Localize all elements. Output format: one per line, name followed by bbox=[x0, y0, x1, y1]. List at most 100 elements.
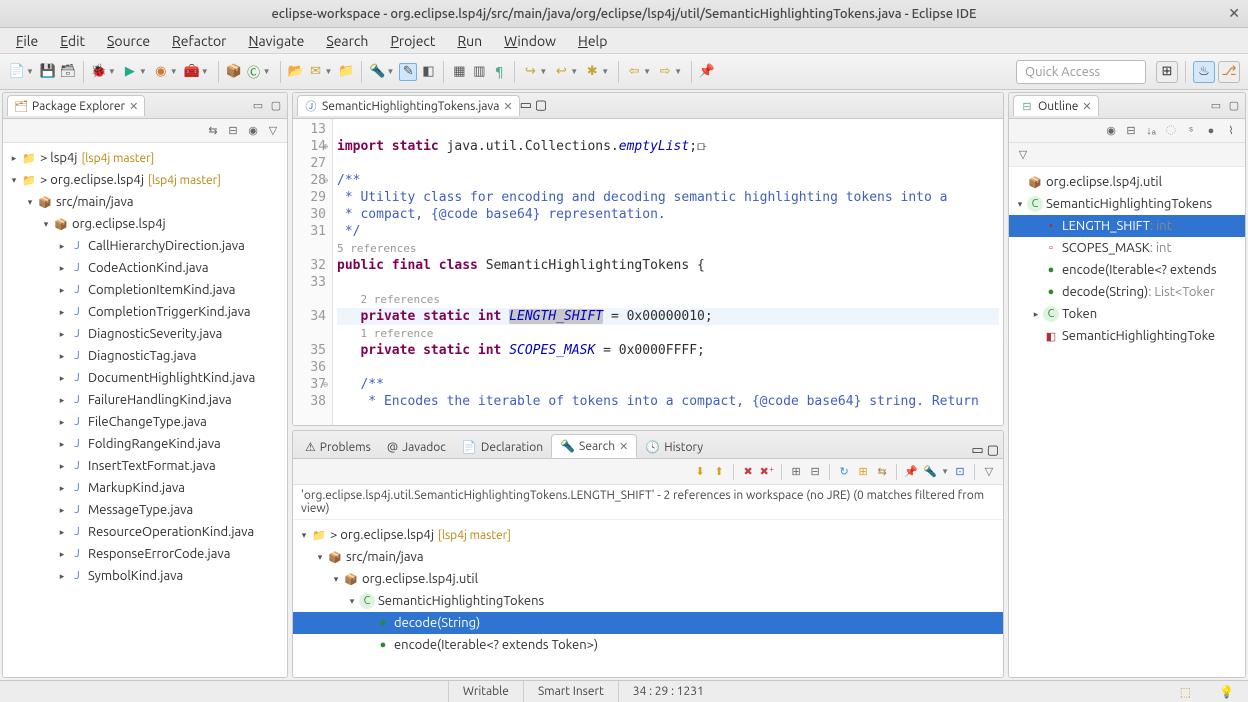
editor-tab[interactable]: Ⓙ SemanticHighlightingTokens.java ✕ bbox=[297, 95, 520, 116]
twistie-icon[interactable]: ▸ bbox=[7, 153, 21, 164]
package-explorer-tab[interactable]: 🗂 Package Explorer ✕ bbox=[7, 95, 145, 116]
open-resource-icon[interactable]: 📁 bbox=[337, 63, 355, 81]
twistie-icon[interactable]: ▸ bbox=[55, 241, 69, 252]
menu-help[interactable]: Help bbox=[568, 30, 617, 52]
package-explorer-row[interactable]: ▾📦org.eclipse.lsp4j bbox=[3, 213, 287, 235]
minimize-icon[interactable]: ▭ bbox=[1209, 99, 1223, 113]
twistie-icon[interactable]: ▸ bbox=[55, 417, 69, 428]
view-menu-icon[interactable]: ▽ bbox=[981, 464, 997, 480]
hide-static-icon[interactable]: ˢ bbox=[1183, 123, 1199, 139]
new-pkg-icon[interactable]: 📦 bbox=[225, 63, 243, 81]
save-icon[interactable]: 💾 bbox=[39, 63, 57, 81]
editor-code[interactable]: import static java.util.Collections.empt… bbox=[333, 119, 1003, 425]
updates-icon[interactable]: ⬚ bbox=[1180, 685, 1191, 699]
package-explorer-row[interactable]: ▸JDiagnosticTag.java bbox=[3, 345, 287, 367]
view-menu-icon[interactable]: ▽ bbox=[1015, 147, 1031, 163]
remove-match-icon[interactable]: ✖ bbox=[740, 464, 756, 480]
next-annotation-icon[interactable]: ↪ bbox=[521, 63, 539, 81]
open-perspective-icon[interactable]: ⊞ bbox=[1156, 61, 1178, 83]
tab-declaration[interactable]: 📄Declaration bbox=[454, 436, 551, 458]
search-icon[interactable]: 🔦 bbox=[368, 63, 386, 81]
package-explorer-tree[interactable]: ▸📁> lsp4j[lsp4j master]▾📁> org.eclipse.l… bbox=[3, 143, 287, 677]
filters-icon[interactable]: ⊡ bbox=[952, 464, 968, 480]
search-result-row[interactable]: ●decode(String) bbox=[293, 612, 1003, 634]
twistie-icon[interactable]: ▸ bbox=[55, 483, 69, 494]
twistie-icon[interactable]: ▸ bbox=[55, 571, 69, 582]
sort-icon[interactable]: ⊟ bbox=[1123, 123, 1139, 139]
focus-task-icon[interactable]: ◉ bbox=[245, 123, 261, 139]
menu-edit[interactable]: Edit bbox=[50, 30, 95, 52]
package-explorer-row[interactable]: ▸JCompletionItemKind.java bbox=[3, 279, 287, 301]
link-editor-icon[interactable]: ⊟ bbox=[225, 123, 241, 139]
menu-search[interactable]: Search bbox=[316, 30, 378, 52]
pin-icon[interactable]: 📌 bbox=[698, 63, 716, 81]
package-explorer-row[interactable]: ▸JResponseErrorCode.java bbox=[3, 543, 287, 565]
collapse-all-icon[interactable]: ⇆ bbox=[205, 123, 221, 139]
prev-annotation-icon[interactable]: ↩ bbox=[552, 63, 570, 81]
close-icon[interactable]: ✕ bbox=[503, 100, 512, 113]
minimize-icon[interactable]: ▭ bbox=[251, 99, 265, 113]
package-explorer-row[interactable]: ▾📁> org.eclipse.lsp4j[lsp4j master] bbox=[3, 169, 287, 191]
close-icon[interactable]: ✕ bbox=[129, 100, 138, 113]
open-task-icon[interactable]: ✉ bbox=[307, 63, 325, 81]
twistie-icon[interactable]: ▾ bbox=[297, 530, 311, 541]
ext-tools-icon[interactable]: 🧰 bbox=[183, 63, 201, 81]
package-explorer-row[interactable]: ▸JFileChangeType.java bbox=[3, 411, 287, 433]
focus-icon[interactable]: ◉ bbox=[1103, 123, 1119, 139]
view-menu-icon[interactable]: ▽ bbox=[265, 123, 281, 139]
next-match-icon[interactable]: ⬇ bbox=[692, 464, 708, 480]
forward-icon[interactable]: ⇨ bbox=[656, 63, 674, 81]
save-all-icon[interactable]: 🗃 bbox=[59, 63, 77, 81]
run-icon[interactable]: ▶ bbox=[121, 63, 139, 81]
menu-project[interactable]: Project bbox=[380, 30, 445, 52]
pin-search-icon[interactable]: 📌 bbox=[903, 464, 919, 480]
minimize-icon[interactable]: ▭ bbox=[971, 443, 983, 457]
close-icon[interactable]: ✕ bbox=[1082, 100, 1091, 113]
outline-row[interactable]: ●encode(Iterable<? extends bbox=[1009, 259, 1245, 281]
twistie-icon[interactable]: ▸ bbox=[55, 461, 69, 472]
package-explorer-row[interactable]: ▸JMarkupKind.java bbox=[3, 477, 287, 499]
outline-tab[interactable]: ⊟ Outline ✕ bbox=[1013, 95, 1099, 116]
show-selected-icon[interactable]: ▥ bbox=[470, 63, 488, 81]
menu-navigate[interactable]: Navigate bbox=[238, 30, 314, 52]
package-explorer-row[interactable]: ▸JCodeActionKind.java bbox=[3, 257, 287, 279]
twistie-icon[interactable]: ▸ bbox=[55, 373, 69, 384]
twistie-icon[interactable]: ▾ bbox=[39, 219, 53, 230]
collapse-all-icon[interactable]: ⊟ bbox=[807, 464, 823, 480]
twistie-icon[interactable]: ▸ bbox=[55, 439, 69, 450]
search-result-row[interactable]: ▾📦src/main/java bbox=[293, 546, 1003, 568]
outline-row[interactable]: ▫SCOPES_MASK : int bbox=[1009, 237, 1245, 259]
tab-javadoc[interactable]: @Javadoc bbox=[379, 437, 454, 458]
tip-icon[interactable]: 💡 bbox=[1219, 685, 1234, 699]
outline-row[interactable]: ▾CSemanticHighlightingTokens bbox=[1009, 193, 1245, 215]
git-perspective-icon[interactable]: ⎇ bbox=[1218, 61, 1240, 83]
search-results-tree[interactable]: ▾📁> org.eclipse.lsp4j[lsp4j master]▾📦src… bbox=[293, 520, 1003, 677]
show-whitespace-icon[interactable]: ▦ bbox=[450, 63, 468, 81]
editor-content[interactable]: 1314⊕2728⊖293031323334353637⊖38 import s… bbox=[293, 119, 1003, 425]
twistie-icon[interactable]: ▸ bbox=[1029, 309, 1043, 320]
package-explorer-row[interactable]: ▸JInsertTextFormat.java bbox=[3, 455, 287, 477]
hide-nonpublic-icon[interactable]: ● bbox=[1203, 123, 1219, 139]
package-explorer-row[interactable]: ▸JFoldingRangeKind.java bbox=[3, 433, 287, 455]
history-icon[interactable]: 🔦 bbox=[922, 464, 938, 480]
pilcrow-icon[interactable]: ¶ bbox=[490, 63, 508, 81]
close-icon[interactable]: ✕ bbox=[619, 440, 628, 453]
outline-row[interactable]: ●decode(String) : List<Toker bbox=[1009, 281, 1245, 303]
menu-window[interactable]: Window bbox=[494, 30, 566, 52]
maximize-icon[interactable]: ▢ bbox=[269, 99, 283, 113]
twistie-icon[interactable]: ▾ bbox=[313, 552, 327, 563]
outline-row[interactable]: 📦org.eclipse.lsp4j.util bbox=[1009, 171, 1245, 193]
twistie-icon[interactable]: ▾ bbox=[345, 596, 359, 607]
link-icon[interactable]: ⇆ bbox=[874, 464, 890, 480]
menu-file[interactable]: File bbox=[6, 30, 48, 52]
package-explorer-row[interactable]: ▸JResourceOperationKind.java bbox=[3, 521, 287, 543]
package-explorer-row[interactable]: ▸JSymbolKind.java bbox=[3, 565, 287, 587]
java-perspective-icon[interactable]: ♨ bbox=[1193, 61, 1215, 83]
maximize-icon[interactable]: ▢ bbox=[987, 443, 999, 457]
twistie-icon[interactable]: ▸ bbox=[55, 285, 69, 296]
toggle-block-icon[interactable]: ◧ bbox=[419, 63, 437, 81]
mark-occurrences-icon[interactable]: ✎ bbox=[399, 63, 417, 81]
twistie-icon[interactable]: ▸ bbox=[55, 395, 69, 406]
tab-search[interactable]: 🔦Search✕ bbox=[551, 434, 637, 458]
last-edit-icon[interactable]: ✱ bbox=[583, 63, 601, 81]
